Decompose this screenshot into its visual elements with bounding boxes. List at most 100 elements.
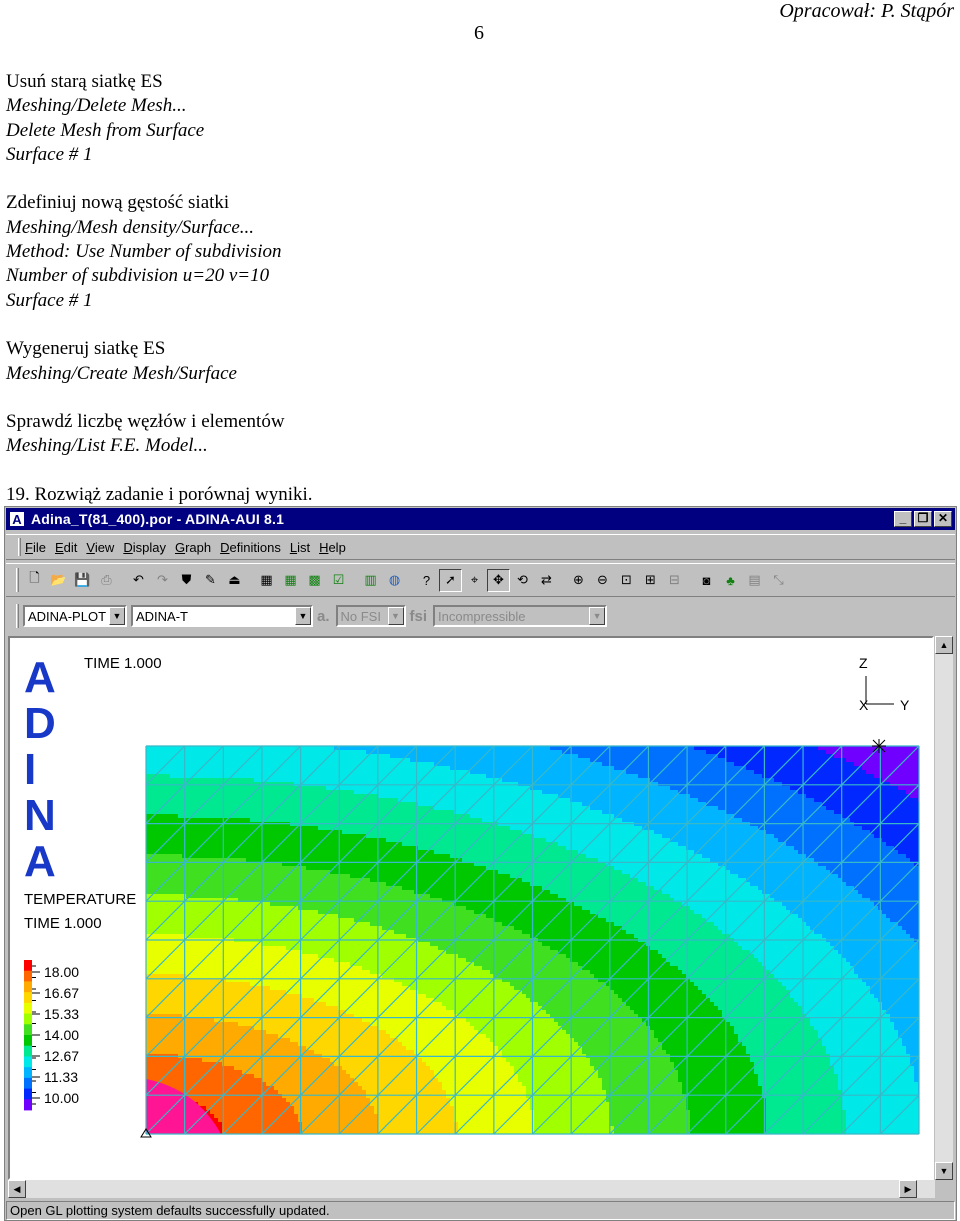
minimize-button[interactable]: _ xyxy=(894,511,912,527)
contour-cell xyxy=(330,1078,335,1083)
contour-cell xyxy=(238,1106,243,1111)
program-select[interactable]: ADINA-PLOT ▼ xyxy=(23,605,127,627)
selbar-grip[interactable] xyxy=(16,604,19,628)
menubar-grip[interactable] xyxy=(18,538,21,556)
menu-help[interactable]: Help xyxy=(319,540,346,555)
menu-view[interactable]: View xyxy=(86,540,114,555)
chevron-down-icon[interactable]: ▼ xyxy=(295,607,311,625)
camera-icon[interactable]: ◙ xyxy=(695,569,718,592)
contour-cell xyxy=(322,1002,327,1007)
ruler-icon[interactable]: ▤ xyxy=(743,569,766,592)
contour-cell xyxy=(162,1046,167,1051)
contour-cell xyxy=(170,982,175,987)
unfit-icon[interactable]: ⊟ xyxy=(663,569,686,592)
contour-cell xyxy=(210,846,215,851)
contour-cell xyxy=(246,1122,251,1127)
contour-cell xyxy=(254,1082,259,1087)
contour-cell xyxy=(206,870,211,875)
toolbar-grip[interactable] xyxy=(16,568,19,592)
pencil-icon[interactable]: ✎ xyxy=(199,569,222,592)
contour-cell xyxy=(198,838,203,843)
contour-cell xyxy=(266,866,271,871)
menu-graph[interactable]: Graph xyxy=(175,540,211,555)
chevron-down-icon[interactable]: ▼ xyxy=(109,607,125,625)
fsi-icon[interactable]: fsi xyxy=(410,608,428,625)
title-bar[interactable]: A Adina_T(81_400).por - ADINA-AUI 8.1 _ … xyxy=(6,508,955,530)
contour-cell xyxy=(202,902,207,907)
contour-cell xyxy=(318,814,323,819)
contour-cell xyxy=(150,986,155,991)
print-icon[interactable]: ⎙ xyxy=(95,569,118,592)
module-select[interactable]: ADINA-T ▼ xyxy=(131,605,313,627)
stamp-icon[interactable]: ⏏ xyxy=(223,569,246,592)
contour-cell xyxy=(286,1034,291,1039)
contour-cell xyxy=(206,1058,211,1063)
pick-arrow-icon[interactable]: ➚ xyxy=(439,568,462,592)
contour-cell xyxy=(230,1106,235,1111)
menu-display[interactable]: Display xyxy=(123,540,166,555)
chevron-down-icon[interactable]: ▼ xyxy=(589,607,606,625)
restore-button[interactable]: ❐ xyxy=(914,511,932,527)
tree-icon[interactable]: ♣ xyxy=(719,569,742,592)
fsi-select[interactable]: No FSI ▼ xyxy=(335,605,406,627)
globe-icon[interactable]: ◍ xyxy=(383,569,406,592)
contour-cell xyxy=(162,982,167,987)
bar-chart-icon[interactable]: ▥ xyxy=(359,569,382,592)
menu-definitions[interactable]: Definitions xyxy=(220,540,281,555)
rotate-icon[interactable]: ⟲ xyxy=(511,569,534,592)
contour-cell xyxy=(198,826,203,831)
mesh-check-icon[interactable]: ☑ xyxy=(327,569,350,592)
scale-icon[interactable]: ⤡ xyxy=(767,569,790,592)
move-icon[interactable]: ✥ xyxy=(487,568,510,592)
contour-cell xyxy=(178,1010,183,1015)
plot-canvas[interactable]: A D I N A TIME 1.000 Z X Y TEMPERATURE TIME 1.000 1… xyxy=(8,636,934,1180)
save-icon[interactable]: 💾 xyxy=(71,569,94,592)
contour-cell xyxy=(286,1110,291,1115)
redo-icon[interactable]: ↷ xyxy=(151,569,174,592)
contour-cell xyxy=(178,818,183,823)
contour-cell xyxy=(234,986,239,991)
undo-icon[interactable]: ↶ xyxy=(127,569,150,592)
mesh-grid-icon[interactable]: ▦ xyxy=(279,569,302,592)
contour-cell xyxy=(322,814,327,819)
contour-cell xyxy=(250,810,255,815)
menu-list[interactable]: List xyxy=(290,540,310,555)
open-folder-icon[interactable]: 📂 xyxy=(47,569,70,592)
contour-cell xyxy=(250,814,255,819)
contour-cell xyxy=(150,842,155,847)
menu-file[interactable]: File xyxy=(25,540,46,555)
contour-cell xyxy=(234,946,239,951)
flow-select[interactable]: Incompressible ▼ xyxy=(433,605,608,627)
query-icon[interactable]: ⌖ xyxy=(463,569,486,592)
clear-screen-icon[interactable]: ▦ xyxy=(255,569,278,592)
zoom-out-icon[interactable]: ⊖ xyxy=(591,569,614,592)
contour-cell xyxy=(230,1026,235,1031)
chevron-down-icon[interactable]: ▼ xyxy=(387,607,404,625)
close-button[interactable]: ✕ xyxy=(934,511,952,527)
contour-cell xyxy=(174,1002,179,1007)
new-file-icon[interactable]: 🗋 xyxy=(23,569,46,592)
contour-cell xyxy=(146,998,151,1003)
contour-cell xyxy=(250,806,255,811)
menu-edit[interactable]: Edit xyxy=(55,540,77,555)
contour-cell xyxy=(326,1018,331,1023)
zoom-window-icon[interactable]: ⊡ xyxy=(615,569,638,592)
mesh-plot-icon[interactable]: ▩ xyxy=(303,569,326,592)
contour-cell xyxy=(202,982,207,987)
help-icon[interactable]: ? xyxy=(415,569,438,592)
adina-app-icon[interactable]: A xyxy=(9,511,25,527)
contour-cell xyxy=(334,1066,339,1071)
contour-cell xyxy=(206,842,211,847)
fit-icon[interactable]: ⊞ xyxy=(639,569,662,592)
contour-cell xyxy=(302,950,307,955)
mirror-icon[interactable]: ⇄ xyxy=(535,569,558,592)
zoom-in-icon[interactable]: ⊕ xyxy=(567,569,590,592)
contour-cell xyxy=(198,814,203,819)
contour-cell xyxy=(202,858,207,863)
contour-cell xyxy=(302,994,307,999)
contour-cell xyxy=(194,974,199,979)
contour-cell xyxy=(202,962,207,967)
clear-icon[interactable]: ⛊ xyxy=(175,569,198,592)
contour-cell xyxy=(278,1006,283,1011)
analysis-icon[interactable]: a. xyxy=(317,608,330,625)
